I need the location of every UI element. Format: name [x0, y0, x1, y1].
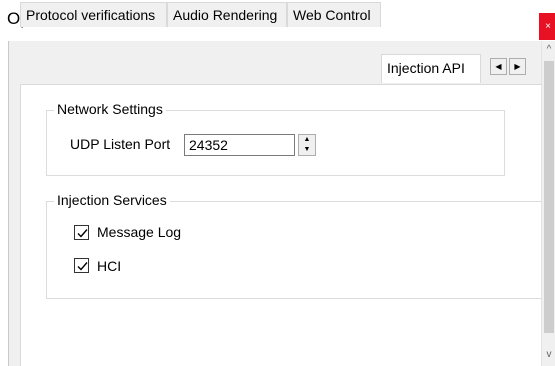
chevron-left-icon: ◀ — [495, 62, 502, 71]
tab-audio-rendering[interactable]: Audio Rendering — [167, 2, 287, 27]
injection-services-group — [46, 201, 541, 299]
injection-services-legend: Injection Services — [54, 192, 170, 208]
message-log-label[interactable]: Message Log — [97, 224, 181, 240]
scroll-down-icon[interactable]: v — [542, 348, 555, 362]
checkmark-icon — [77, 262, 88, 271]
spin-up-arrow-icon[interactable]: ▲ — [299, 135, 315, 145]
chevron-right-icon: ▶ — [514, 62, 521, 71]
message-log-checkbox[interactable] — [74, 225, 89, 240]
scroll-up-icon[interactable]: ^ — [542, 43, 555, 57]
tab-scroll-left-button[interactable]: ◀ — [490, 58, 507, 75]
options-window: Options × Protocol verifications Audio R… — [0, 0, 555, 366]
udp-listen-port-label: UDP Listen Port — [70, 136, 171, 152]
tab-scroll-right-button[interactable]: ▶ — [509, 58, 526, 75]
network-settings-legend: Network Settings — [54, 101, 166, 117]
hci-checkbox[interactable] — [74, 258, 89, 273]
spin-down-arrow-icon[interactable]: ▼ — [299, 145, 315, 155]
udp-listen-port-input[interactable] — [184, 134, 295, 156]
udp-port-spinner[interactable]: ▲ ▼ — [298, 134, 316, 156]
close-button[interactable]: × — [539, 13, 555, 40]
scrollbar-thumb[interactable] — [544, 61, 554, 333]
checkmark-icon — [77, 229, 88, 238]
tab-protocol-verifications[interactable]: Protocol verifications — [20, 2, 167, 27]
tab-injection-api[interactable]: Injection API — [381, 54, 481, 83]
hci-label[interactable]: HCI — [97, 258, 121, 274]
vertical-scrollbar[interactable]: ^ v — [541, 41, 555, 366]
tab-web-control[interactable]: Web Control — [287, 2, 381, 27]
